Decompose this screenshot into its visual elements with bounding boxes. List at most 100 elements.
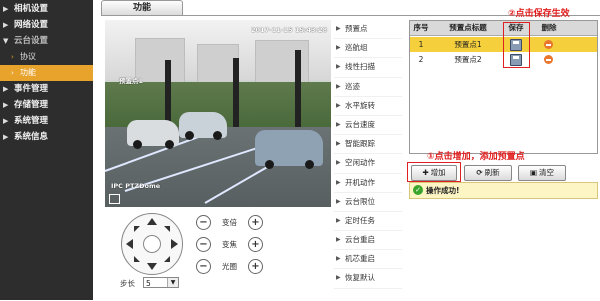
tab-function[interactable]: 功能 — [101, 0, 183, 15]
iris-close-button[interactable]: − — [196, 259, 211, 274]
zoom-in-button[interactable]: + — [248, 215, 263, 230]
zoom-label: 变倍 — [222, 218, 237, 227]
video-preview[interactable]: 2017-11-15 15:43:28 预置点1 IPC PTZDome — [105, 20, 331, 207]
chevron-right-icon: ▶ — [3, 21, 9, 29]
ptz-center-button[interactable] — [143, 235, 161, 253]
chevron-right-icon: ▶ — [3, 85, 9, 93]
chevron-right-icon: ▶ — [336, 82, 341, 90]
sidebar-item-system[interactable]: ▶ 系统管理 — [0, 113, 93, 129]
sidebar-item-label: 相机设置 — [14, 4, 49, 14]
step-value: 5 — [146, 279, 151, 288]
iris-label: 光圈 — [222, 262, 237, 271]
menu-item-label: 云台重启 — [345, 235, 375, 245]
chevron-right-icon: ▶ — [3, 101, 9, 109]
video-wheel — [185, 131, 194, 140]
sidebar-item-info[interactable]: ▶ 系统信息 — [0, 129, 93, 145]
zoom-out-button[interactable]: − — [196, 215, 211, 230]
add-button[interactable]: ✚ 增加 — [411, 165, 457, 181]
function-menu: ▶ 预置点 ▶ 巡航组 ▶ 线性扫描 ▶ 巡迹 ▶ 水平旋转 ▶ 云台速度 ▶ 智能跟踪 ▶ 空… — [334, 20, 402, 289]
chevron-right-icon: ▶ — [3, 133, 9, 141]
sidebar-item-label: 协议 — [20, 52, 36, 61]
menu-item-power-up[interactable]: ▶ 开机动作 — [334, 174, 402, 193]
sidebar-item-label: 存储管理 — [14, 100, 49, 110]
iris-open-button[interactable]: + — [248, 259, 263, 274]
chevron-right-icon: ▶ — [336, 25, 341, 32]
focus-out-button[interactable]: − — [196, 237, 211, 252]
row-title[interactable]: 预置点1 — [434, 37, 502, 52]
menu-item-label: 预置点 — [345, 24, 368, 33]
menu-item-pan[interactable]: ▶ 水平旋转 — [334, 97, 402, 116]
plus-icon: ✚ — [422, 168, 429, 177]
sidebar-item-ptz[interactable]: ▼ 云台设置 — [0, 33, 93, 49]
chevron-right-icon: › — [11, 53, 14, 61]
video-wheel — [305, 160, 314, 169]
menu-item-restore-default[interactable]: ▶ 恢复默认 — [334, 269, 402, 289]
chevron-right-icon: ▶ — [336, 101, 341, 109]
menu-item-label: 智能跟踪 — [345, 139, 375, 149]
chevron-right-icon: ▶ — [336, 159, 341, 167]
add-hint-annotation: ①点击增加，添加预置点 — [427, 152, 525, 162]
sidebar-item-network[interactable]: ▶ 网络设置 — [0, 17, 93, 33]
ptz-direction-pad[interactable] — [121, 213, 183, 275]
dropdown-arrow-icon: ▼ — [167, 278, 178, 287]
sidebar-item-event[interactable]: ▶ 事件管理 — [0, 81, 93, 97]
sidebar-item-storage[interactable]: ▶ 存储管理 — [0, 97, 93, 113]
sidebar-item-label: 系统信息 — [14, 132, 49, 142]
save-hint-annotation: ②点击保存生效 — [508, 9, 570, 19]
save-column-highlight — [503, 22, 530, 68]
menu-item-scheduled-task[interactable]: ▶ 定时任务 — [334, 212, 402, 232]
menu-item-label: 机芯重启 — [345, 254, 375, 264]
row-title[interactable]: 预置点2 — [434, 52, 502, 67]
menu-item-smart-tracking[interactable]: ▶ 智能跟踪 — [334, 135, 402, 155]
col-header-no: 序号 — [413, 23, 429, 32]
chevron-right-icon: ▶ — [3, 117, 9, 125]
menu-item-linear-scan[interactable]: ▶ 线性扫描 — [334, 58, 402, 78]
video-wheel — [213, 131, 222, 140]
clear-button[interactable]: ▣ 清空 — [518, 165, 566, 181]
focus-in-button[interactable]: + — [248, 237, 263, 252]
step-label: 步长 — [120, 279, 135, 288]
menu-item-ptz-restart[interactable]: ▶ 云台重启 — [334, 231, 402, 251]
menu-item-module-restart[interactable]: ▶ 机芯重启 — [334, 250, 402, 270]
chevron-right-icon: ▶ — [336, 140, 341, 148]
fullscreen-icon[interactable] — [109, 194, 120, 204]
sidebar-item-label: 网络设置 — [14, 20, 49, 30]
menu-item-label: 水平旋转 — [345, 100, 375, 110]
menu-item-label: 空闲动作 — [345, 158, 375, 168]
menu-item-label: 巡迹 — [345, 81, 360, 91]
video-wheel — [265, 160, 274, 169]
sidebar-item-label: 系统管理 — [14, 116, 49, 126]
trash-icon: ▣ — [529, 168, 538, 177]
col-header-delete: 删除 — [541, 23, 557, 32]
sidebar-item-camera[interactable]: ▶ 相机设置 — [0, 1, 93, 17]
delete-icon[interactable] — [544, 55, 553, 64]
refresh-button-label: 刷新 — [484, 168, 500, 177]
chevron-right-icon: ▶ — [336, 236, 341, 244]
menu-item-ptz-speed[interactable]: ▶ 云台速度 — [334, 116, 402, 136]
focus-label: 变焦 — [222, 240, 237, 249]
menu-item-pattern[interactable]: ▶ 巡迹 — [334, 78, 402, 97]
chevron-down-icon: ▼ — [3, 37, 9, 45]
sidebar-subitem-function[interactable]: › 功能 — [0, 65, 93, 81]
menu-item-ptz-limit[interactable]: ▶ 云台限位 — [334, 193, 402, 212]
add-button-label: 增加 — [430, 168, 446, 177]
sidebar: ▶ 相机设置 ▶ 网络设置 ▼ 云台设置 › 协议 › 功能 ▶ 事件管理 ▶ 存储管理 ▶ 系… — [0, 0, 93, 300]
chevron-right-icon: ▶ — [336, 178, 341, 186]
refresh-icon: ⟳ — [476, 168, 483, 177]
chevron-right-icon: ▶ — [336, 120, 341, 128]
video-tree — [295, 50, 301, 135]
refresh-button[interactable]: ⟳ 刷新 — [464, 165, 512, 181]
step-select[interactable]: 5 ▼ — [143, 277, 179, 288]
row-no: 2 — [418, 55, 424, 64]
video-camera-name: IPC PTZDome — [111, 182, 161, 190]
sidebar-subitem-protocol[interactable]: › 协议 — [0, 49, 93, 65]
delete-icon[interactable] — [544, 40, 553, 49]
chevron-right-icon: ▶ — [3, 5, 9, 13]
menu-item-label: 定时任务 — [345, 215, 375, 225]
menu-item-preset[interactable]: ▶ 预置点 — [334, 20, 402, 40]
menu-item-label: 巡航组 — [345, 43, 368, 53]
menu-item-idle-action[interactable]: ▶ 空闲动作 — [334, 154, 402, 174]
menu-item-tour[interactable]: ▶ 巡航组 — [334, 39, 402, 59]
menu-item-label: 恢复默认 — [345, 273, 375, 283]
clear-button-label: 清空 — [539, 168, 555, 177]
